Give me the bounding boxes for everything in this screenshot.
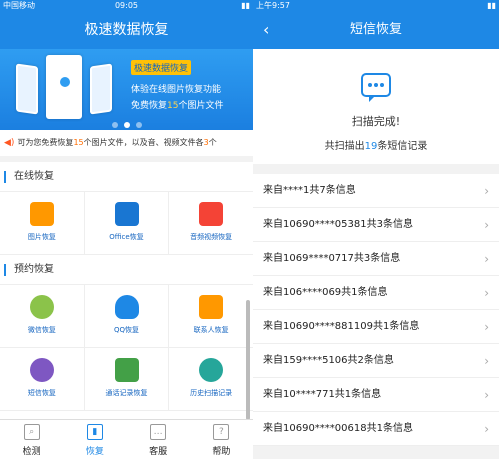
sms-page-title: 短信恢复 [349,22,402,37]
status-time: 09:05 [114,1,139,10]
message-bubble-icon [361,73,391,102]
online-grid: 图片恢复 Office恢复 音频视频恢复 [0,192,253,255]
wechat-restore-button[interactable]: 微信恢复 [0,285,85,347]
pager-dot [111,122,118,128]
banner-tag: 极速数据恢复 [131,60,192,75]
list-item[interactable]: 来自106****069共1条信息 › [253,276,499,310]
sms-page-header: ‹ 短信恢复 [253,11,499,49]
pager-dot [135,122,142,128]
chevron-right-icon: › [484,388,489,402]
list-item[interactable]: 来自10690****00618共1条信息 › [253,412,499,446]
right-screen: 上午9:57 ▮▮ ‹ 短信恢复 扫描完成! 共扫描出19条短信记录 来自***… [253,0,499,459]
chevron-right-icon: › [484,252,489,266]
media-restore-button[interactable]: 音频视频恢复 [169,192,253,254]
section-booking-title: 预约恢复 [0,255,253,285]
battery-icon: ▮▮ [241,1,250,10]
banner-line2: 免费恢复15个图片文件 [131,101,224,111]
photo-restore-button[interactable]: 图片恢复 [0,192,85,254]
banner-pager[interactable] [0,122,253,128]
booking-grid: 微信恢复 QQ恢复 联系人恢复 [0,285,253,348]
tab-detect[interactable]: ⌕ 检测 [0,420,63,459]
tab-service[interactable]: … 客服 [127,420,190,459]
call-log-restore-button[interactable]: 通话记录恢复 [85,348,170,410]
tab-help[interactable]: ? 帮助 [190,420,253,459]
app-root: 中国移动 09:05 ▮▮ 极速数据恢复 极速数据恢复 体验在线图片恢复功能 免… [0,0,499,459]
tab-restore[interactable]: ▮ 恢复 [63,420,126,459]
signal-icon: ▮▮ [487,1,496,10]
word-doc-icon [114,202,139,226]
banner-line1: 体验在线图片恢复功能 [131,85,222,95]
back-chevron-icon[interactable]: ‹ [263,11,269,49]
booking-grid-2: 短信恢复 通话记录恢复 历史扫描记录 [0,348,253,411]
list-item[interactable]: 来自1069****0717共3条信息 › [253,242,499,276]
video-icon [199,202,224,226]
sms-restore-button[interactable]: 短信恢复 [0,348,85,410]
wechat-icon [29,295,54,319]
list-item[interactable]: 来自10690****05381共3条信息 › [253,208,499,242]
section-online-title: 在线恢复 [0,162,253,192]
chevron-right-icon: › [484,184,489,198]
scan-done-text: 扫描完成! [351,115,401,128]
chevron-right-icon: › [484,422,489,436]
contacts-icon [199,295,224,319]
chevron-right-icon: › [484,218,489,232]
contacts-restore-button[interactable]: 联系人恢复 [169,285,253,347]
office-restore-button[interactable]: Office恢复 [85,192,170,254]
speaker-icon: ◀) [4,138,15,148]
promo-banner[interactable]: 极速数据恢复 体验在线图片恢复功能 免费恢复15个图片文件 [0,49,253,130]
chat-bubble-icon [114,358,139,382]
chevron-right-icon: › [484,286,489,300]
help-icon: ? [213,424,230,440]
free-notice: ◀) 可为您免费恢复15个图片文件，以及音、视频文件各3个 [0,130,253,162]
left-screen: 中国移动 09:05 ▮▮ 极速数据恢复 极速数据恢复 体验在线图片恢复功能 免… [0,0,253,459]
sms-icon [29,358,54,382]
sms-sender-list: 来自****1共7条信息 › 来自10690****05381共3条信息 › 来自1… [253,174,499,446]
status-bar: 中国移动 09:05 ▮▮ [0,0,253,11]
qq-penguin-icon [114,295,139,319]
restore-icon: ▮ [86,424,103,440]
history-icon [199,358,224,382]
pager-dot-active [123,122,130,128]
list-item[interactable]: 来自159****5106共2条信息 › [253,344,499,378]
list-item[interactable]: 来自10690****881109共1条信息 › [253,310,499,344]
bottom-tab-bar: ⌕ 检测 ▮ 恢复 … 客服 ? 帮助 [0,419,253,459]
chevron-right-icon: › [484,320,489,334]
scan-complete-panel: 扫描完成! 共扫描出19条短信记录 [253,49,499,174]
status-time-right: 上午9:57 [256,1,290,10]
list-item[interactable]: 来自10****771共1条信息 › [253,378,499,412]
history-scan-button[interactable]: 历史扫描记录 [169,348,253,410]
phones-illustration-icon [6,55,116,125]
photo-icon [29,202,54,226]
page-title: 极速数据恢复 [0,11,253,49]
service-icon: … [150,424,167,440]
list-item[interactable]: 来自****1共7条信息 › [253,174,499,208]
chevron-right-icon: › [484,354,489,368]
scan-summary: 共扫描出19条短信记录 [324,141,428,152]
status-bar-right: 上午9:57 ▮▮ [253,0,499,11]
scrollbar[interactable] [246,300,250,420]
qq-restore-button[interactable]: QQ恢复 [85,285,170,347]
detect-icon: ⌕ [23,424,40,440]
